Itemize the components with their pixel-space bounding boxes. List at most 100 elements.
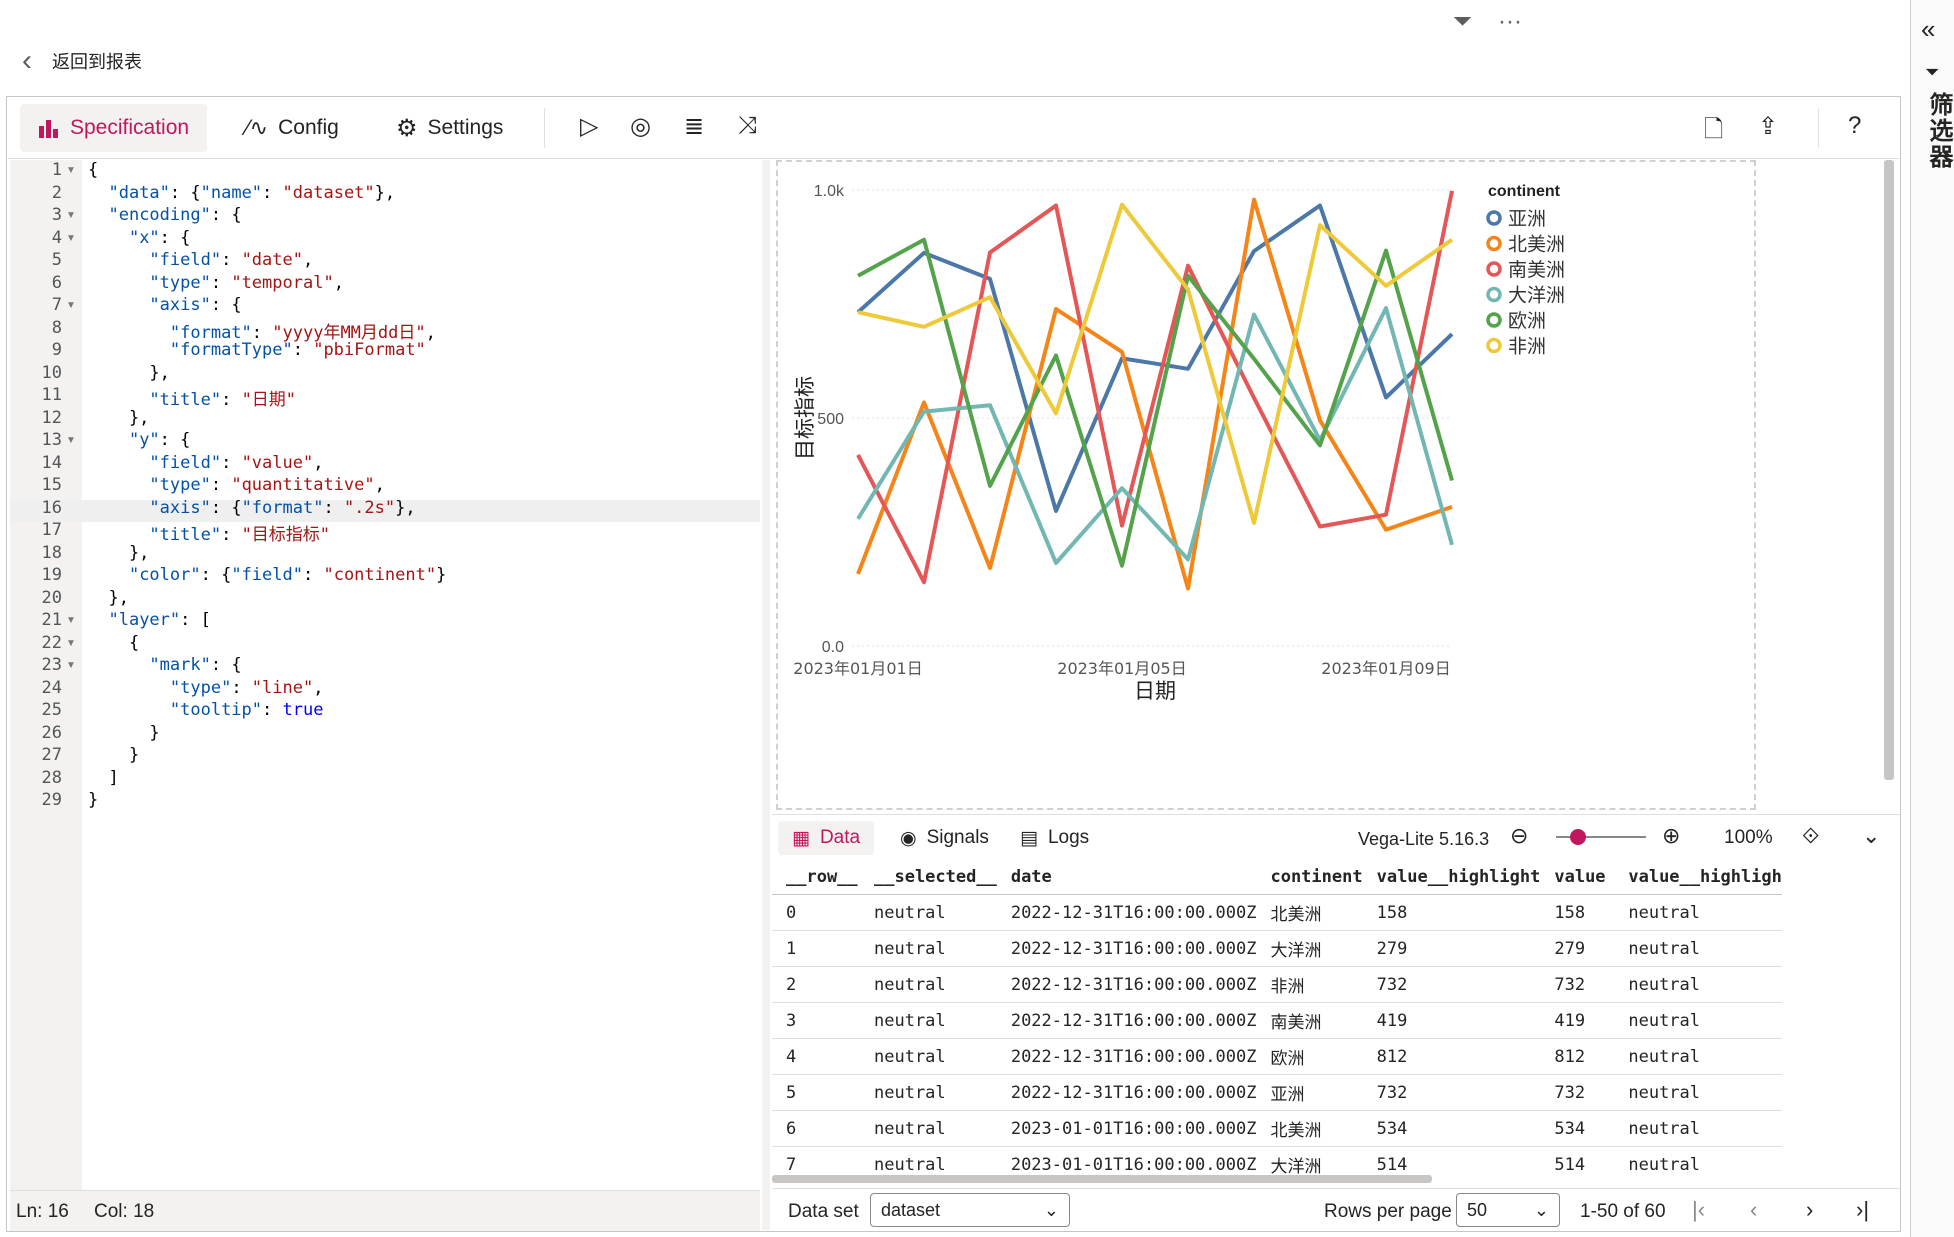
funnel-icon[interactable]: ⏷ <box>1453 8 1472 36</box>
zoom-slider-thumb[interactable] <box>1570 829 1586 845</box>
table-cell: 158 <box>1362 894 1541 931</box>
code-editor[interactable]: 1 ▼ 2 3 ▼ 4 ▼ 5 6 7 ▼ 8 9 10 11 12 13 ▼ 14 15 16 17 18 19 20 21 ▼ 2… <box>10 160 760 1190</box>
table-cell: 0 <box>772 894 860 931</box>
previous-page-icon[interactable]: ‹ <box>1750 1197 1757 1223</box>
table-cell: 534 <box>1362 1110 1541 1147</box>
legend-swatch <box>1486 210 1502 226</box>
code-line[interactable]: }, <box>88 408 149 428</box>
x-axis-title: 日期 <box>1134 679 1176 703</box>
tab-signals[interactable]: ◉ Signals <box>900 821 989 855</box>
code-line[interactable]: "formatType": "pbiFormat" <box>88 340 426 360</box>
first-page-icon[interactable]: |‹ <box>1692 1197 1705 1223</box>
tab-logs[interactable]: ▤ Logs <box>1020 821 1089 855</box>
code-line[interactable]: "mark": { <box>88 655 241 675</box>
fold-chevron-icon[interactable]: ▼ <box>66 660 76 671</box>
table-cell: 2022-12-31T16:00:00.000Z <box>996 1074 1257 1111</box>
fold-chevron-icon[interactable]: ▼ <box>66 615 76 626</box>
code-line[interactable]: "field": "date", <box>88 250 313 270</box>
code-line[interactable]: } <box>88 745 139 765</box>
chevron-down-icon[interactable]: ⌄ <box>1862 823 1880 849</box>
status-column: Col: 18 <box>94 1201 155 1222</box>
fold-chevron-icon[interactable]: ▼ <box>66 210 76 221</box>
fold-chevron-icon[interactable]: ▼ <box>66 233 76 244</box>
x-tick-label: 2023年01月01日 <box>793 659 922 678</box>
code-line[interactable]: }, <box>88 588 128 608</box>
code-line[interactable]: "type": "temporal", <box>88 273 344 293</box>
table-header-row: __row__ __selected__ date continent value__h… <box>772 860 1782 895</box>
table-cell: neutral <box>1614 930 1782 967</box>
code-line[interactable]: "title": "目标指标" <box>88 520 330 545</box>
tab-settings[interactable]: ⚙ Settings <box>396 104 503 152</box>
legend-label: 欧洲 <box>1508 310 1546 332</box>
table-cell: 732 <box>1540 1074 1615 1111</box>
line-number: 16 <box>41 497 62 518</box>
tab-specification[interactable]: Specification <box>20 104 208 152</box>
zoom-in-icon[interactable]: ⊕ <box>1662 823 1680 849</box>
code-line[interactable]: "title": "日期" <box>88 385 296 410</box>
funnel-icon[interactable]: ⏷ <box>1925 62 1939 83</box>
zoom-out-icon[interactable]: ⊖ <box>1510 823 1528 849</box>
table-cell: neutral <box>1614 1002 1782 1039</box>
fold-chevron-icon[interactable]: ▼ <box>66 638 76 649</box>
code-line[interactable]: "type": "quantitative", <box>88 475 384 495</box>
table-cell: neutral <box>860 966 997 1003</box>
help-icon[interactable]: ? <box>1848 112 1861 140</box>
code-line[interactable]: "color": {"field": "continent"} <box>88 565 446 585</box>
pane-splitter[interactable] <box>762 160 770 1230</box>
code-line[interactable]: } <box>88 790 98 810</box>
line-number: 22 <box>41 632 62 653</box>
column-header[interactable]: value <box>1540 860 1615 895</box>
format-icon[interactable]: ≣ <box>684 112 704 141</box>
code-line[interactable]: ] <box>88 768 118 788</box>
table-cell: 欧洲 <box>1256 1038 1363 1075</box>
fold-chevron-icon[interactable]: ▼ <box>66 300 76 311</box>
column-header[interactable]: __selected__ <box>860 860 997 895</box>
more-icon[interactable]: ··· <box>1498 8 1522 36</box>
fold-chevron-icon[interactable]: ▼ <box>66 165 76 176</box>
file-icon[interactable]: 🗋 <box>1704 112 1723 153</box>
column-header[interactable]: __row__ <box>772 860 860 895</box>
code-line[interactable]: "data": {"name": "dataset"}, <box>88 183 395 203</box>
code-line[interactable]: "field": "value", <box>88 453 323 473</box>
run-icon[interactable]: ▷ <box>580 112 598 141</box>
table-cell: 158 <box>1540 894 1615 931</box>
back-to-report-link[interactable]: ‹ 返回到报表 <box>22 46 142 76</box>
column-header[interactable]: date <box>996 860 1257 895</box>
fold-chevron-icon[interactable]: ▼ <box>66 435 76 446</box>
code-line[interactable]: "tooltip": true <box>88 700 324 720</box>
tab-config[interactable]: ⁄∿ Config <box>246 104 339 152</box>
code-line[interactable]: "format": "yyyy年MM月dd日", <box>88 318 436 343</box>
code-line[interactable]: "type": "line", <box>88 678 324 698</box>
code-line[interactable]: { <box>88 160 98 180</box>
filters-pane-label[interactable]: 筛选器 <box>1921 92 1954 170</box>
code-line[interactable]: } <box>88 723 159 743</box>
line-chart: 0.0 500 1.0k 2023年01月01日 2023年01月05日 2023年01月… <box>793 183 1565 703</box>
vertical-scrollbar[interactable] <box>1884 160 1894 780</box>
share-icon[interactable]: ⇪ <box>1758 112 1778 141</box>
rows-per-page-select[interactable]: 50 ⌄ <box>1456 1193 1560 1227</box>
horizontal-scrollbar[interactable] <box>772 1175 1432 1183</box>
double-chevron-left-icon[interactable]: « <box>1921 14 1935 45</box>
code-line[interactable]: "y": { <box>88 430 190 450</box>
code-line[interactable]: }, <box>88 543 149 563</box>
code-line[interactable]: "axis": {"format": ".2s"}, <box>88 498 415 518</box>
repair-icon[interactable]: ⤨ <box>738 112 757 140</box>
next-page-icon[interactable]: › <box>1806 1197 1813 1223</box>
auto-run-icon[interactable]: ◎ <box>630 112 651 141</box>
code-line[interactable]: "x": { <box>88 228 190 248</box>
tab-data[interactable]: ▦ Data <box>778 821 875 855</box>
tab-signals-label: Signals <box>926 827 989 848</box>
code-line[interactable]: "layer": [ <box>88 610 210 630</box>
y-tick-label: 0.0 <box>822 639 844 656</box>
column-header[interactable]: value__highlight <box>1362 860 1541 895</box>
code-line[interactable]: "axis": { <box>88 295 241 315</box>
code-line[interactable]: { <box>88 633 139 653</box>
line-number: 12 <box>41 407 62 428</box>
column-header[interactable]: value__highligh <box>1614 860 1782 895</box>
column-header[interactable]: continent <box>1256 860 1363 895</box>
last-page-icon[interactable]: ›| <box>1856 1197 1869 1223</box>
code-line[interactable]: "encoding": { <box>88 205 241 225</box>
code-line[interactable]: }, <box>88 363 169 383</box>
fit-icon[interactable]: ⟐ <box>1802 823 1819 849</box>
dataset-select[interactable]: dataset ⌄ <box>870 1193 1070 1227</box>
